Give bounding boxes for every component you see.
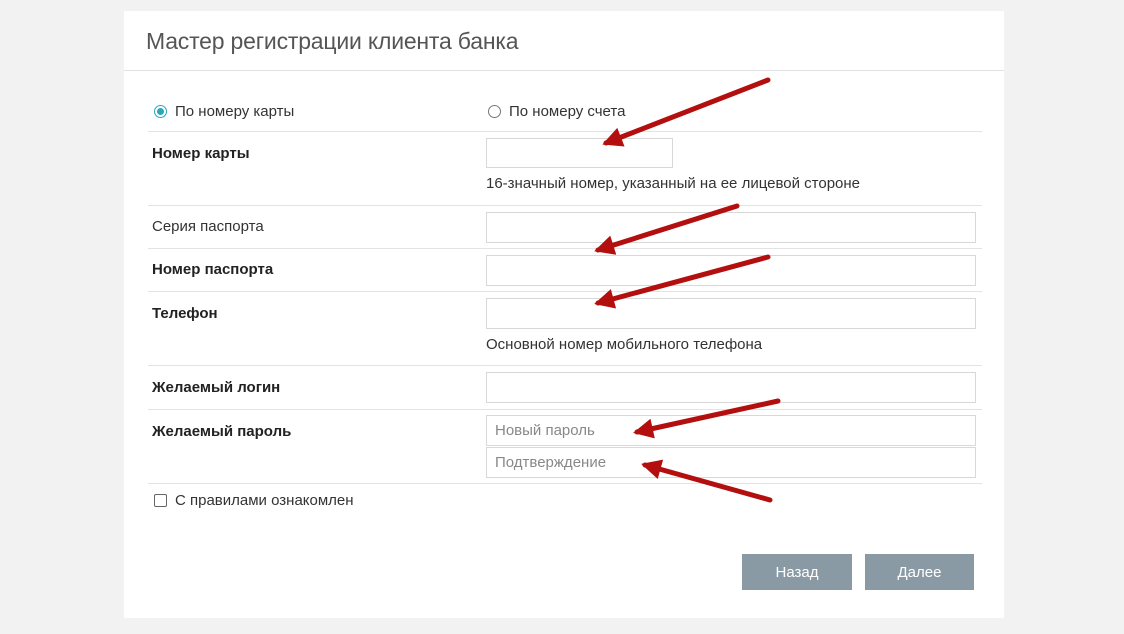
new-password-input[interactable]: [486, 415, 976, 446]
phone-label: Телефон: [152, 305, 218, 322]
login-label: Желаемый логин: [152, 379, 281, 396]
agreement-checkbox-group[interactable]: С правилами ознакомлен: [154, 492, 354, 509]
radio-unchecked-icon[interactable]: [488, 105, 501, 118]
radio-by-account-label: По номеру счета: [509, 103, 626, 120]
passport-number-input[interactable]: [486, 255, 976, 286]
next-button[interactable]: Далее: [865, 554, 974, 590]
registration-panel: Мастер регистрации клиента банка По номе…: [124, 11, 1004, 618]
card-number-label: Номер карты: [152, 145, 250, 162]
card-number-help: 16-значный номер, указанный на ее лицево…: [486, 175, 861, 192]
phone-help: Основной номер мобильного телефона: [486, 336, 763, 353]
card-number-input[interactable]: [486, 138, 673, 168]
login-input[interactable]: [486, 372, 976, 403]
confirm-password-input[interactable]: [486, 447, 976, 478]
agreement-checkbox[interactable]: [154, 494, 167, 507]
registration-form: По номеру карты По номеру счета Номер ка…: [148, 91, 982, 484]
radio-by-card-label: По номеру карты: [175, 103, 295, 120]
card-number-row: Номер карты 16-значный номер, указанный …: [148, 132, 982, 206]
back-button[interactable]: Назад: [742, 554, 852, 590]
radio-by-account[interactable]: По номеру счета: [488, 103, 625, 120]
agreement-label: С правилами ознакомлен: [175, 492, 354, 509]
passport-number-row: Номер паспорта: [148, 249, 982, 292]
passport-series-input[interactable]: [486, 212, 976, 243]
passport-number-label: Номер паспорта: [152, 261, 274, 278]
passport-series-row: Серия паспорта: [148, 206, 982, 249]
password-label: Желаемый пароль: [152, 423, 292, 440]
page-title: Мастер регистрации клиента банка: [146, 28, 519, 54]
password-row: Желаемый пароль: [148, 410, 982, 484]
passport-series-label: Серия паспорта: [152, 218, 264, 235]
radio-checked-icon[interactable]: [154, 105, 167, 118]
panel-header: Мастер регистрации клиента банка: [124, 11, 1004, 71]
radio-by-card[interactable]: По номеру карты: [154, 103, 294, 120]
mode-row: По номеру карты По номеру счета: [148, 91, 982, 132]
phone-row: Телефон Основной номер мобильного телефо…: [148, 292, 982, 366]
phone-input[interactable]: [486, 298, 976, 329]
login-row: Желаемый логин: [148, 366, 982, 410]
